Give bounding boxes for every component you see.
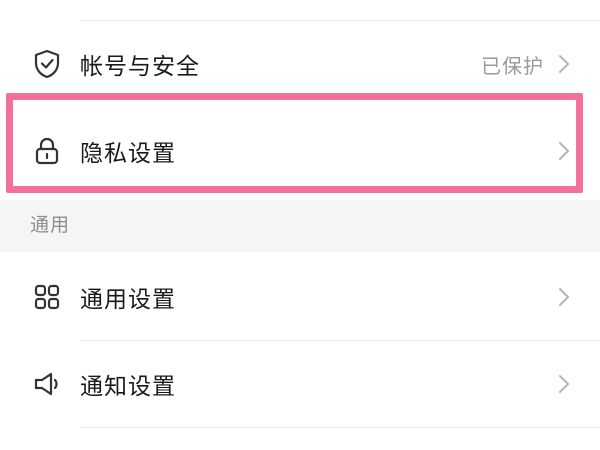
chevron-right-icon [556,372,572,396]
speaker-icon [32,369,62,399]
chevron-right-icon [556,285,572,309]
chevron-right-icon [556,52,572,76]
settings-row-privacy[interactable]: 隐私设置 [0,108,600,194]
shield-check-icon [32,49,62,79]
settings-row-label: 帐号与安全 [80,54,200,80]
settings-row-account-security[interactable]: 帐号与安全 已保护 [0,21,600,107]
lock-icon [32,136,62,166]
settings-row-notifications[interactable]: 通知设置 [0,341,600,427]
settings-row-label: 隐私设置 [80,141,176,167]
divider [80,427,600,428]
status-value: 已保护 [481,53,544,78]
chevron-right-icon [556,139,572,163]
settings-row-label: 通用设置 [80,287,176,313]
section-title-general: 通用 [30,214,71,236]
settings-row-general[interactable]: 通用设置 [0,254,600,340]
grid-icon [32,282,62,312]
settings-row-label: 通知设置 [80,374,176,400]
